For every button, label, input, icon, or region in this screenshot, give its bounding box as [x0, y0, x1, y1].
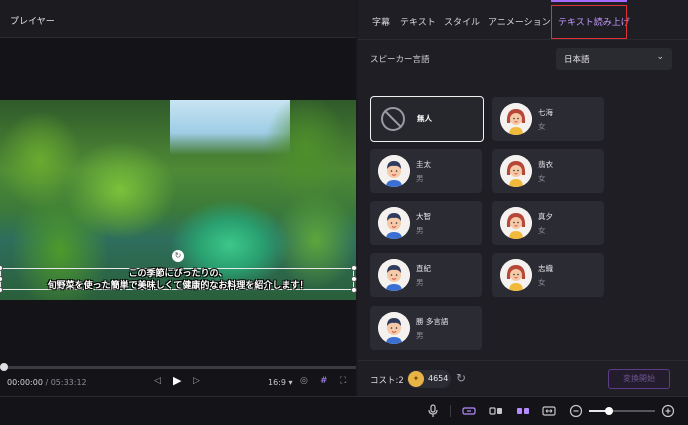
merge-icon[interactable] — [516, 404, 530, 418]
speaker-card[interactable]: 大智 男 — [370, 201, 482, 245]
convert-button[interactable]: 変換開始 — [608, 369, 670, 389]
current-time: 00:00:00 — [7, 378, 43, 387]
zoom-out-icon[interactable] — [569, 404, 583, 418]
chevron-down-icon: ⌄ — [656, 52, 664, 62]
scrubber-knob[interactable] — [0, 363, 8, 371]
zoom-in-icon[interactable] — [661, 404, 675, 418]
coin-value: 4654 — [428, 374, 449, 383]
speaker-card[interactable]: 真夕 女 — [492, 201, 604, 245]
duration: 05:33:12 — [50, 378, 87, 387]
tts-footer: コスト:2 ✦ 4654 ↻ 変換開始 — [358, 360, 688, 396]
split-icon[interactable] — [489, 404, 503, 418]
male-avatar-icon — [378, 207, 410, 239]
tab-animation[interactable]: アニメーション — [488, 15, 551, 28]
bottom-toolbar — [0, 396, 688, 425]
tab-subtitles[interactable]: 字幕 — [372, 15, 390, 28]
microphone-icon[interactable] — [426, 404, 440, 418]
speaker-card[interactable]: 圭太 男 — [370, 149, 482, 193]
speaker-card-none[interactable]: 無人 — [370, 96, 484, 142]
speaker-language-select[interactable]: 日本語 ⌄ — [556, 48, 672, 70]
speaker-card[interactable]: 勝 多言語 男 — [370, 306, 482, 350]
female-avatar-icon — [500, 103, 532, 135]
text-to-speech-panel: 字幕 テキスト スタイル アニメーション テキスト読み上げ スピーカー言語 日本… — [358, 0, 688, 396]
tab-highlight-box — [551, 5, 627, 39]
step-back-icon[interactable]: ◁ — [154, 376, 161, 386]
female-avatar-icon — [500, 207, 532, 239]
aspect-ratio-select[interactable]: 16:9 ▾ — [268, 378, 293, 387]
tab-bar: 字幕 テキスト スタイル アニメーション テキスト読み上げ — [358, 0, 688, 40]
link-icon[interactable] — [462, 404, 476, 418]
zoom-slider-knob[interactable] — [605, 407, 613, 415]
speaker-card[interactable]: 志織 女 — [492, 253, 604, 297]
speaker-language-label: スピーカー言語 — [370, 55, 430, 65]
player-panel: プレイヤー ↻ この季節にぴったりの、 旬野菜を使った簡単で美味しくて健康的なお… — [0, 0, 357, 396]
timecode: 00:00:00 / 05:33:12 — [7, 378, 87, 387]
male-avatar-icon — [378, 155, 410, 187]
refresh-icon[interactable]: ↻ — [456, 371, 466, 385]
male-avatar-icon — [378, 312, 410, 344]
play-icon[interactable]: ▶ — [173, 374, 181, 387]
tab-text[interactable]: テキスト — [400, 15, 436, 28]
none-icon — [381, 107, 405, 131]
female-avatar-icon — [500, 259, 532, 291]
fullscreen-icon[interactable]: ⛶ — [340, 376, 346, 386]
tab-style[interactable]: スタイル — [444, 15, 480, 28]
player-title: プレイヤー — [0, 0, 356, 38]
cost-label: コスト:2 — [370, 376, 404, 386]
caption-line: 旬野菜を使った簡単で美味しくて健康的なお料理を紹介します！ — [47, 281, 309, 291]
speaker-card[interactable]: 七海 女 — [492, 97, 604, 141]
step-forward-icon[interactable]: ▷ — [193, 376, 200, 386]
coin-icon: ✦ — [408, 371, 424, 387]
male-avatar-icon — [378, 259, 410, 291]
grid-icon[interactable]: # — [320, 376, 328, 386]
female-avatar-icon — [500, 155, 532, 187]
active-tab-indicator — [551, 0, 627, 2]
speaker-card[interactable]: 直紀 男 — [370, 253, 482, 297]
rotate-handle-icon[interactable]: ↻ — [172, 250, 184, 262]
fit-width-icon[interactable] — [542, 404, 556, 418]
camera-icon[interactable]: ◎ — [300, 376, 308, 386]
speaker-card[interactable]: 翡衣 女 — [492, 149, 604, 193]
timeline-scrubber[interactable] — [0, 366, 356, 369]
